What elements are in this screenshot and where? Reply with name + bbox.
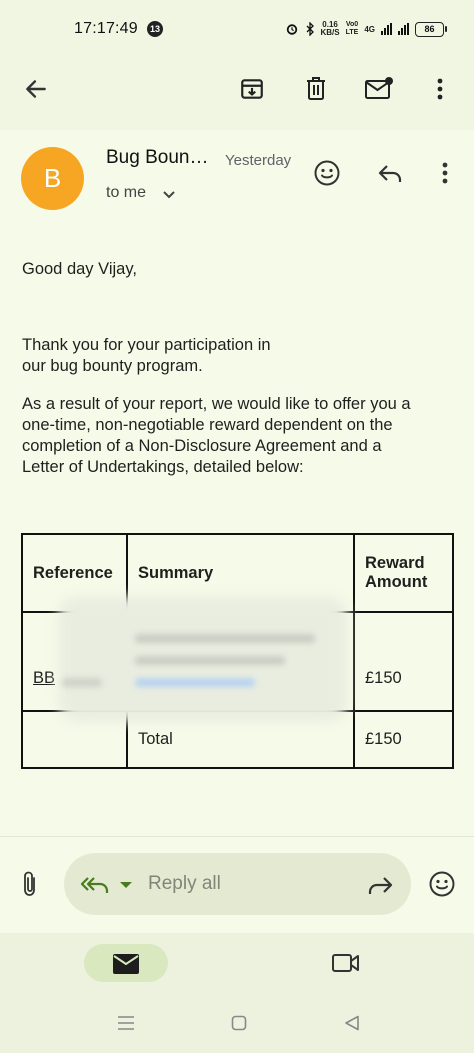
chevron-down-icon[interactable] [161, 183, 177, 205]
reply-button[interactable] [370, 153, 410, 193]
more-options-button[interactable] [420, 69, 460, 109]
volte-indicator: Vo0 LTE [345, 21, 359, 36]
network-type: 4G [364, 24, 375, 34]
more-vertical-icon [437, 78, 443, 100]
email-view: 17:17:49 13 0.16 KB/S Vo0 LTE 4G 86 B Bu… [0, 0, 474, 1053]
nav-meet-tab[interactable] [326, 943, 366, 983]
email-greeting: Good day Vijay, [22, 260, 137, 278]
network-speed: 0.16 KB/S [320, 20, 340, 37]
video-camera-icon [332, 954, 359, 972]
delete-button[interactable] [296, 69, 336, 109]
alarm-icon [286, 24, 297, 35]
emoji-button[interactable] [422, 864, 462, 904]
reply-all-icon[interactable] [80, 874, 110, 896]
bottom-navigation [0, 933, 474, 1053]
redacted-line [135, 634, 315, 643]
more-vertical-icon [442, 162, 448, 184]
email-paragraph-2: As a result of your report, we would lik… [22, 395, 411, 476]
email-date: Yesterday [225, 152, 292, 169]
status-icons: 0.16 KB/S Vo0 LTE 4G 86 [285, 18, 447, 40]
notification-badge: 13 [147, 21, 163, 37]
sender-name: Bug Boun… [106, 147, 209, 168]
recents-menu-icon[interactable] [117, 1015, 135, 1031]
caret-down-icon[interactable] [118, 878, 134, 892]
forward-icon[interactable] [366, 874, 394, 896]
status-bar: 17:17:49 13 0.16 KB/S Vo0 LTE 4G 86 [0, 0, 474, 60]
smiley-icon [429, 871, 455, 897]
trash-icon [307, 77, 325, 100]
status-time: 17:17:49 [74, 20, 138, 37]
redacted-line [135, 656, 285, 665]
archive-icon [241, 79, 263, 99]
bluetooth-icon [306, 22, 314, 36]
mail-icon [113, 954, 139, 974]
reference-link[interactable]: BB [33, 669, 55, 687]
reply-icon [378, 165, 402, 182]
smiley-icon [314, 160, 340, 186]
battery-icon: 86 [415, 21, 447, 37]
home-icon[interactable] [231, 1015, 247, 1031]
reply-all-field[interactable] [64, 853, 411, 915]
mail-unread-icon [365, 77, 393, 99]
paperclip-icon [24, 871, 35, 896]
reply-placeholder[interactable]: Reply all [148, 873, 221, 895]
archive-button[interactable] [232, 69, 272, 109]
sender-avatar[interactable]: B [21, 147, 84, 210]
row-reward: £150 [353, 710, 454, 769]
redacted-link-line [135, 678, 255, 687]
header-reward: Reward Amount [353, 533, 454, 613]
signal-strength-icon [381, 23, 392, 35]
add-reaction-button[interactable] [307, 153, 347, 193]
message-more-button[interactable] [425, 153, 465, 193]
redacted-reference [62, 678, 102, 687]
back-button[interactable] [16, 69, 56, 109]
recipient-label[interactable]: to me [106, 184, 146, 202]
signal-strength-icon-2 [398, 23, 409, 35]
attach-button[interactable] [10, 864, 50, 904]
row-reward: £150 [353, 611, 454, 712]
mark-unread-button[interactable] [359, 69, 399, 109]
top-app-bar [0, 60, 474, 130]
back-triangle-icon[interactable] [344, 1015, 360, 1031]
arrow-left-icon [26, 80, 46, 98]
divider [0, 836, 474, 837]
email-paragraph-1: Thank you for your participation in our … [22, 336, 271, 375]
